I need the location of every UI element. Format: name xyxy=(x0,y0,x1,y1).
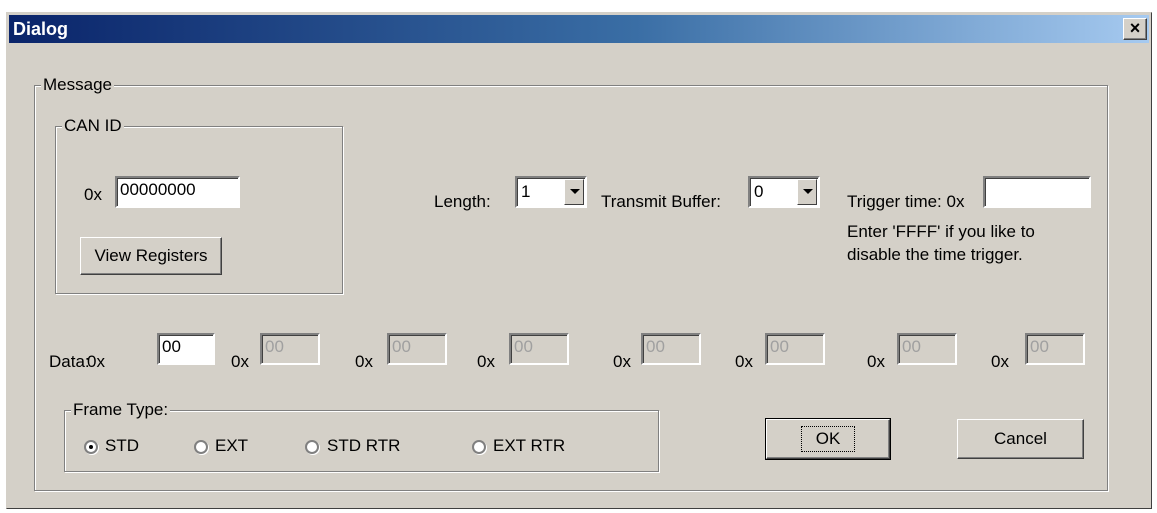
data-byte-prefix: 0x xyxy=(355,352,373,371)
data-byte-7-input[interactable]: 00 xyxy=(1025,333,1085,365)
frame-type-label-ext-rtr[interactable]: EXT RTR xyxy=(493,436,565,456)
transmit-buffer-value: 0 xyxy=(754,182,764,201)
data-byte-3-input[interactable]: 00 xyxy=(509,333,569,365)
data-byte-6-input[interactable]: 00 xyxy=(897,333,957,365)
ok-button-label: OK xyxy=(800,426,856,452)
trigger-time-label: Trigger time: 0x xyxy=(847,192,965,211)
transmit-buffer-dropdown-arrow-icon[interactable] xyxy=(797,179,817,205)
data-label: Data: xyxy=(49,352,90,371)
transmit-buffer-select[interactable]: 0 xyxy=(748,176,820,208)
data-byte-5-input[interactable]: 00 xyxy=(765,333,825,365)
data-byte-2-input[interactable]: 00 xyxy=(387,333,447,365)
frame-type-label-std[interactable]: STD xyxy=(105,436,139,456)
title-bar[interactable]: Dialog × xyxy=(9,15,1149,43)
ok-button[interactable]: OK xyxy=(765,418,891,460)
data-byte-prefix: 0x xyxy=(735,352,753,371)
view-registers-button[interactable]: View Registers xyxy=(80,237,222,275)
data-byte-prefix: 0x xyxy=(87,352,105,371)
frame-type-radio-std[interactable] xyxy=(84,440,98,454)
cancel-button[interactable]: Cancel xyxy=(957,419,1084,459)
frame-type-radio-ext[interactable] xyxy=(194,440,208,454)
can-id-input[interactable]: 00000000 xyxy=(115,176,240,208)
can-id-group-label: CAN ID xyxy=(62,116,124,136)
dialog-window: Dialog × Message CAN ID 0x 00000000 View… xyxy=(6,12,1152,509)
frame-type-radio-ext-rtr[interactable] xyxy=(472,440,486,454)
can-id-prefix: 0x xyxy=(84,185,102,204)
message-group-label: Message xyxy=(41,75,114,95)
data-byte-4-input[interactable]: 00 xyxy=(641,333,701,365)
data-byte-prefix: 0x xyxy=(613,352,631,371)
dialog-title: Dialog xyxy=(13,19,69,39)
data-byte-1-input[interactable]: 00 xyxy=(260,333,320,365)
trigger-hint-line1: Enter 'FFFF' if you like to xyxy=(847,222,1035,241)
length-label: Length: xyxy=(434,192,491,211)
length-value: 1 xyxy=(521,182,531,201)
trigger-time-input[interactable] xyxy=(983,176,1091,208)
transmit-buffer-label: Transmit Buffer: xyxy=(601,192,721,211)
data-byte-prefix: 0x xyxy=(477,352,495,371)
data-byte-prefix: 0x xyxy=(991,352,1009,371)
trigger-hint-line2: disable the time trigger. xyxy=(847,245,1023,264)
frame-type-label-ext[interactable]: EXT xyxy=(215,436,248,456)
frame-type-group-label: Frame Type: xyxy=(71,400,171,420)
frame-type-label-std-rtr[interactable]: STD RTR xyxy=(327,436,400,456)
data-byte-prefix: 0x xyxy=(231,352,249,371)
length-select[interactable]: 1 xyxy=(515,176,587,208)
data-byte-0-input[interactable]: 00 xyxy=(157,333,215,365)
frame-type-radio-std-rtr[interactable] xyxy=(305,440,319,454)
length-dropdown-arrow-icon[interactable] xyxy=(564,179,584,205)
close-button[interactable]: × xyxy=(1123,18,1147,40)
data-byte-prefix: 0x xyxy=(867,352,885,371)
